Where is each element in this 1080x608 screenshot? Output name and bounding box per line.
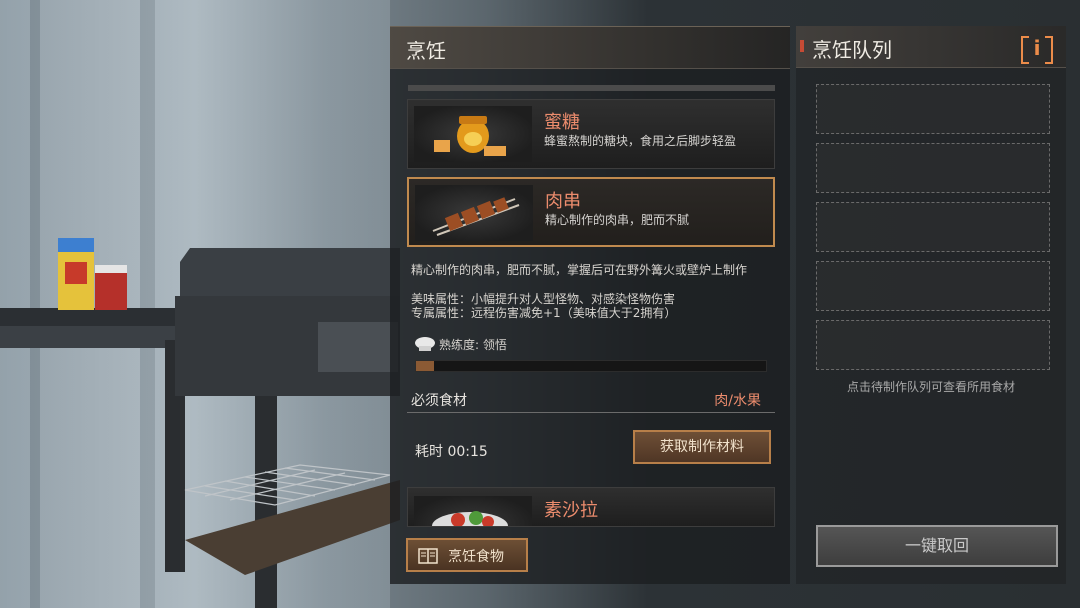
recipe-description: 精心制作的肉串，肥而不腻 xyxy=(545,213,690,227)
cooking-queue-header: 烹饪队列 i xyxy=(796,26,1066,68)
flavor-attribute: 美味属性：小幅提升对人型怪物、对感染怪物伤害 xyxy=(411,292,676,306)
retrieve-all-button[interactable]: 一键取回 xyxy=(816,525,1058,567)
cooking-queue-title: 烹饪队列 xyxy=(812,38,892,62)
cooking-queue-panel: 烹饪队列 i 点击待制作队列可查看所用食材 一键取回 xyxy=(796,26,1066,584)
proficiency-label: 熟练度: 领悟 xyxy=(439,338,507,352)
cook-food-button-label: 烹饪食物 xyxy=(448,549,504,565)
cooking-panel-header: 烹饪 xyxy=(390,27,790,69)
queue-slot[interactable] xyxy=(816,143,1050,193)
recipe-list-scrollbar[interactable] xyxy=(408,85,775,91)
proficiency-progress-bar xyxy=(415,360,767,372)
cooking-panel: 烹饪 蜜糖 蜂蜜熬制的糖块，食用之后脚步轻盈 肉串 精心制作的肉串，肥而不腻 精… xyxy=(390,26,790,584)
proficiency-progress-fill xyxy=(416,361,434,371)
cooking-panel-title: 烹饪 xyxy=(406,39,446,63)
recipe-name: 肉串 xyxy=(545,191,581,212)
required-ingredients-value: 肉/水果 xyxy=(714,393,761,409)
meat-skewer-icon xyxy=(415,185,533,241)
get-materials-button[interactable]: 获取制作材料 xyxy=(633,430,771,464)
recipe-description: 蜂蜜熬制的糖块，食用之后脚步轻盈 xyxy=(544,134,737,148)
recipe-card-honey[interactable]: 蜜糖 蜂蜜熬制的糖块，食用之后脚步轻盈 xyxy=(407,99,775,169)
salad-bowl-icon xyxy=(414,496,532,526)
recipe-name: 素沙拉 xyxy=(544,500,598,521)
queue-hint-text: 点击待制作队列可查看所用食材 xyxy=(846,380,1015,394)
recipe-long-description: 精心制作的肉串，肥而不腻，掌握后可在野外篝火或壁炉上制作 xyxy=(411,263,748,277)
exclusive-attribute: 专属属性：远程伤害减免+1（美味值大于2拥有） xyxy=(411,306,677,320)
recipe-book-icon xyxy=(418,548,438,564)
chef-hat-icon xyxy=(415,337,435,351)
required-ingredients-row: 必须食材 肉/水果 xyxy=(407,385,775,413)
queue-slot[interactable] xyxy=(816,261,1050,311)
recipe-name: 蜜糖 xyxy=(544,112,580,133)
queue-slot[interactable] xyxy=(816,320,1050,370)
queue-slot[interactable] xyxy=(816,202,1050,252)
honey-jar-icon xyxy=(414,106,532,162)
cook-time: 耗时 00:15 xyxy=(415,444,488,460)
required-ingredients-label: 必须食材 xyxy=(411,393,467,409)
proficiency-row: 熟练度: 领悟 xyxy=(411,335,771,353)
recipe-detail: 精心制作的肉串，肥而不腻，掌握后可在野外篝火或壁炉上制作 美味属性：小幅提升对人… xyxy=(407,255,775,467)
recipe-card-meat-skewer[interactable]: 肉串 精心制作的肉串，肥而不腻 xyxy=(407,177,775,247)
queue-slot[interactable] xyxy=(816,84,1050,134)
background-window xyxy=(0,0,390,608)
info-button[interactable]: i xyxy=(1021,36,1053,64)
cook-food-button[interactable]: 烹饪食物 xyxy=(406,538,528,572)
recipe-card-vegetable-salad[interactable]: 素沙拉 xyxy=(407,487,775,527)
header-accent-bar xyxy=(800,40,804,52)
